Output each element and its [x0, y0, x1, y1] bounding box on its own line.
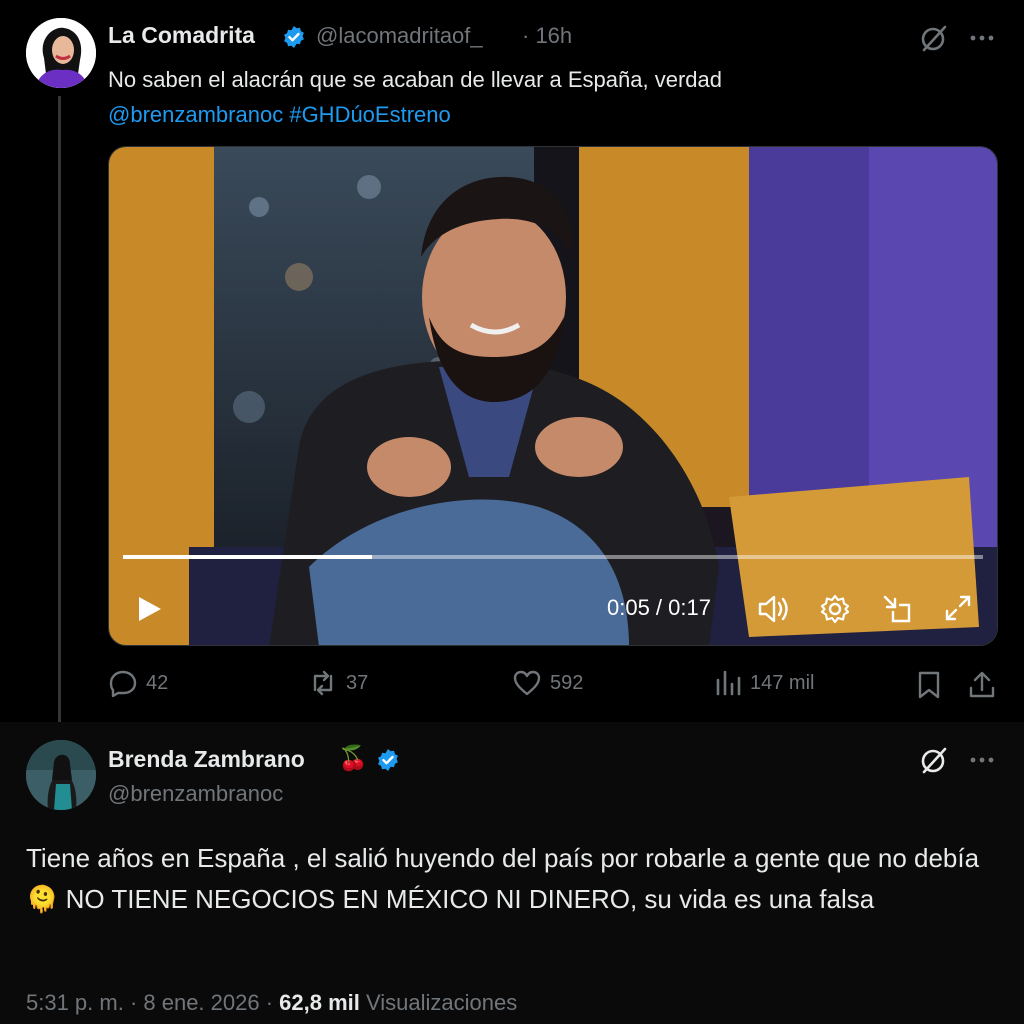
fullscreen-icon[interactable] — [943, 593, 973, 623]
author-handle[interactable]: @lacomadritaof_ — [316, 23, 483, 49]
verified-badge-icon[interactable] — [376, 748, 400, 772]
author-name[interactable]: La Comadrita — [108, 22, 255, 49]
mention-link[interactable]: @brenzambranoc — [108, 102, 283, 127]
volume-icon[interactable] — [757, 593, 791, 625]
reply-button[interactable]: 42 — [108, 668, 168, 698]
views-label: Visualizaciones — [359, 990, 518, 1015]
repost-icon — [313, 670, 333, 696]
video-time-display: 0:05 / 0:17 — [607, 595, 711, 620]
avatar[interactable] — [26, 740, 96, 810]
play-icon[interactable] — [135, 595, 163, 623]
settings-gear-icon[interactable] — [819, 593, 851, 625]
tweet-timestamp[interactable]: 5:31 p. m. · 8 ene. 2026 · — [26, 990, 279, 1015]
tweet-text: No saben el alacrán que se acaban de lle… — [108, 62, 988, 132]
views-count: 147 mil — [750, 671, 815, 694]
more-options-icon[interactable] — [968, 748, 996, 772]
tweet-body: No saben el alacrán que se acaban de lle… — [108, 67, 722, 92]
repost-button[interactable]: 37 — [308, 668, 368, 698]
tweet-text: Tiene años en España , el salió huyendo … — [26, 843, 980, 914]
video-player[interactable]: 0:05 / 0:17 — [108, 146, 998, 646]
like-button[interactable]: 592 — [512, 668, 583, 698]
video-progress-fill — [123, 555, 373, 559]
thread-connector-line — [58, 96, 61, 734]
picture-in-picture-icon[interactable] — [881, 593, 913, 625]
heart-icon — [513, 670, 541, 696]
repost-count: 37 — [346, 671, 369, 694]
video-progress-track[interactable] — [123, 555, 983, 559]
parent-tweet[interactable]: La Comadrita @lacomadritaof_ · 16h No sa… — [0, 0, 1024, 734]
tweet-actions: 42 37 592 147 mil — [108, 668, 998, 704]
views-button[interactable]: 147 mil — [714, 668, 814, 698]
grok-icon[interactable] — [918, 22, 950, 54]
views-chart-icon — [716, 670, 741, 696]
bookmark-icon[interactable] — [916, 670, 942, 700]
reply-icon — [109, 670, 137, 698]
grok-icon[interactable] — [918, 744, 950, 776]
author-name[interactable]: Brenda Zambrano — [108, 746, 305, 773]
hashtag-link[interactable]: #GHDúoEstreno — [289, 102, 450, 127]
author-handle[interactable]: @brenzambranoc — [108, 781, 283, 807]
verified-badge-icon[interactable] — [282, 25, 306, 49]
avatar[interactable] — [26, 18, 96, 88]
like-count: 592 — [550, 671, 584, 694]
reply-count: 42 — [146, 671, 169, 694]
tweet-time[interactable]: · 16h — [522, 23, 572, 49]
cherry-emoji: 🍒 — [338, 744, 368, 772]
video-frame — [109, 147, 997, 645]
more-options-icon[interactable] — [968, 26, 996, 50]
share-icon[interactable] — [968, 670, 996, 700]
view-count: 62,8 mil — [279, 990, 360, 1015]
tweet-meta: 5:31 p. m. · 8 ene. 2026 · 62,8 mil Visu… — [26, 990, 517, 1016]
